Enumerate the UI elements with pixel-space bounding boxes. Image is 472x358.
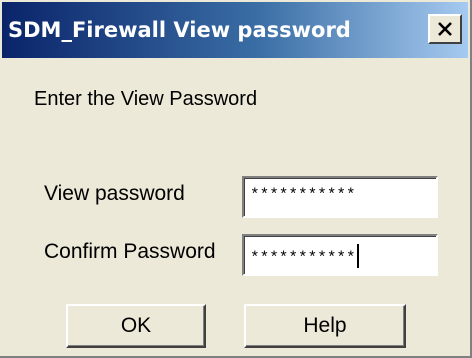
text-caret [356,244,359,268]
ok-button[interactable]: OK [66,304,206,348]
instruction-text: Enter the View Password [34,88,258,110]
confirm-password-label: Confirm Password [44,240,216,263]
close-button[interactable] [428,14,462,44]
confirm-password-input[interactable]: *********** [242,234,438,276]
title-bar[interactable]: SDM_Firewall View password [2,2,468,58]
view-password-input[interactable]: *********** [242,176,438,218]
view-password-dialog: SDM_Firewall View password Enter the Vie… [0,0,472,358]
help-button[interactable]: Help [244,304,406,348]
window-title: SDM_Firewall View password [8,18,351,42]
view-password-label: View password [44,182,185,205]
close-icon [438,22,452,36]
view-password-value: *********** [250,186,356,204]
confirm-password-value: *********** [250,249,356,267]
